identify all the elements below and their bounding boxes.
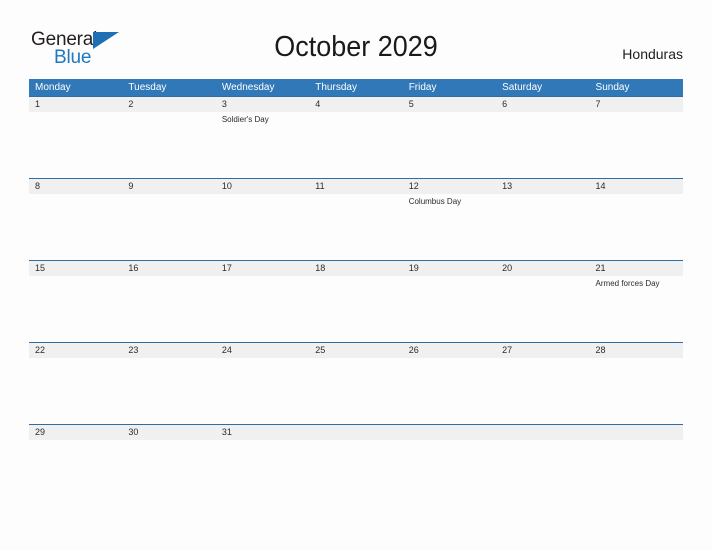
day-event	[122, 440, 215, 506]
day-event	[29, 358, 122, 424]
weekday-friday: Friday	[408, 82, 437, 93]
calendar-week-row: 1 2 3 4 5 6 7 Soldier's Day	[29, 96, 683, 178]
day-number[interactable]: 31	[216, 425, 309, 440]
page-header: General Blue October 2029 Honduras	[0, 0, 712, 78]
day-event	[309, 276, 402, 342]
week-date-band: 1 2 3 4 5 6 7	[29, 97, 683, 112]
calendar-week-row: 8 9 10 11 12 13 14 Columbus Day	[29, 178, 683, 260]
weekday-header-row: Monday Tuesday Wednesday Thursday Friday…	[29, 79, 683, 96]
day-event	[403, 276, 496, 342]
page-title: October 2029	[274, 31, 438, 63]
day-event	[29, 276, 122, 342]
day-number[interactable]: 25	[309, 343, 402, 358]
day-event	[122, 276, 215, 342]
day-event	[122, 112, 215, 178]
week-date-band: 29 30 31	[29, 425, 683, 440]
day-event	[122, 194, 215, 260]
day-number[interactable]: 11	[309, 179, 402, 194]
day-number[interactable]: 28	[590, 343, 683, 358]
day-event	[590, 112, 683, 178]
day-event	[216, 276, 309, 342]
day-event	[496, 194, 589, 260]
day-number[interactable]: 7	[590, 97, 683, 112]
day-number	[403, 425, 496, 440]
day-number[interactable]: 21	[590, 261, 683, 276]
day-number[interactable]: 22	[29, 343, 122, 358]
day-event: Soldier's Day	[221, 115, 269, 124]
day-event	[29, 112, 122, 178]
day-event	[496, 440, 589, 506]
day-event	[403, 112, 496, 178]
day-event	[590, 358, 683, 424]
week-event-band: Armed forces Day	[29, 276, 683, 342]
day-event	[309, 440, 402, 506]
day-event	[216, 194, 309, 260]
day-number[interactable]: 6	[496, 97, 589, 112]
day-event: Armed forces Day	[595, 279, 660, 288]
day-number	[590, 425, 683, 440]
calendar-week-row: 29 30 31	[29, 424, 683, 506]
day-number[interactable]: 24	[216, 343, 309, 358]
calendar-grid: Monday Tuesday Wednesday Thursday Friday…	[29, 79, 683, 506]
day-number[interactable]: 3	[216, 97, 309, 112]
week-date-band: 15 16 17 18 19 20 21	[29, 261, 683, 276]
week-date-band: 8 9 10 11 12 13 14	[29, 179, 683, 194]
day-event	[590, 440, 683, 506]
day-event	[122, 358, 215, 424]
day-event	[29, 440, 122, 506]
day-number[interactable]: 18	[309, 261, 402, 276]
day-number[interactable]: 16	[122, 261, 215, 276]
week-event-band	[29, 358, 683, 424]
calendar-week-row: 22 23 24 25 26 27 28	[29, 342, 683, 424]
day-event	[496, 112, 589, 178]
day-event	[403, 358, 496, 424]
day-event: Columbus Day	[408, 197, 462, 206]
calendar-week-row: 15 16 17 18 19 20 21 Armed forces Day	[29, 260, 683, 342]
day-event	[590, 194, 683, 260]
day-number[interactable]: 10	[216, 179, 309, 194]
day-event	[29, 194, 122, 260]
day-event	[403, 440, 496, 506]
day-number[interactable]: 9	[122, 179, 215, 194]
day-number[interactable]: 19	[403, 261, 496, 276]
day-number[interactable]: 13	[496, 179, 589, 194]
week-event-band	[29, 440, 683, 506]
day-event	[309, 358, 402, 424]
day-number[interactable]: 29	[29, 425, 122, 440]
weekday-wednesday: Wednesday	[221, 82, 275, 93]
day-number[interactable]: 20	[496, 261, 589, 276]
day-number[interactable]: 17	[216, 261, 309, 276]
day-event	[496, 276, 589, 342]
day-number[interactable]: 5	[403, 97, 496, 112]
week-event-band: Columbus Day	[29, 194, 683, 260]
day-number[interactable]: 4	[309, 97, 402, 112]
day-number[interactable]: 26	[403, 343, 496, 358]
day-number[interactable]: 27	[496, 343, 589, 358]
day-event	[496, 358, 589, 424]
calendar-page: General Blue October 2029 Honduras Monda…	[0, 0, 712, 550]
weekday-monday: Monday	[35, 82, 71, 93]
day-number[interactable]: 30	[122, 425, 215, 440]
day-number[interactable]: 8	[29, 179, 122, 194]
day-number[interactable]: 1	[29, 97, 122, 112]
day-number	[496, 425, 589, 440]
weekday-thursday: Thursday	[315, 82, 357, 93]
day-event	[216, 358, 309, 424]
day-number[interactable]: 12	[403, 179, 496, 194]
day-event	[216, 440, 309, 506]
day-number[interactable]: 23	[122, 343, 215, 358]
weekday-sunday: Sunday	[595, 82, 630, 93]
day-event	[309, 194, 402, 260]
day-number[interactable]: 2	[122, 97, 215, 112]
day-event	[309, 112, 402, 178]
country-label: Honduras	[622, 46, 683, 62]
weekday-saturday: Saturday	[502, 82, 543, 93]
day-number[interactable]: 15	[29, 261, 122, 276]
day-number[interactable]: 14	[590, 179, 683, 194]
weekday-tuesday: Tuesday	[128, 82, 167, 93]
day-number	[309, 425, 402, 440]
week-date-band: 22 23 24 25 26 27 28	[29, 343, 683, 358]
week-event-band: Soldier's Day	[29, 112, 683, 178]
